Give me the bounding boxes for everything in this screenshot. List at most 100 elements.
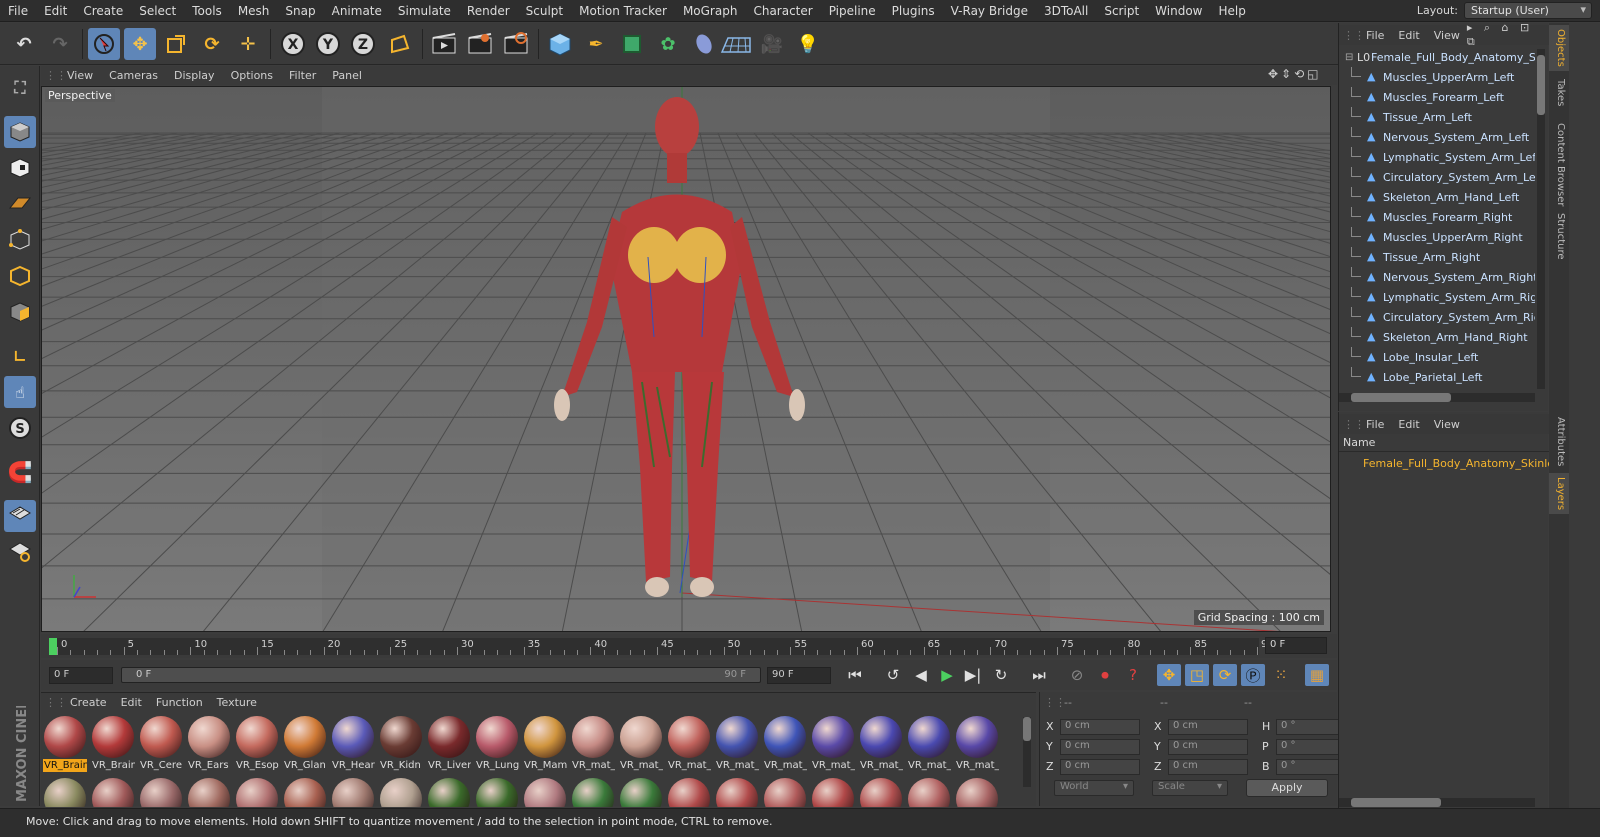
polygons-mode-icon[interactable]: [4, 296, 36, 328]
texture-mode-icon[interactable]: [4, 152, 36, 184]
material-swatch[interactable]: [715, 777, 759, 807]
object-root[interactable]: ⊟ L0 Female_Full_Body_Anatomy_Skin: [1339, 47, 1535, 67]
move-icon[interactable]: ✥: [124, 28, 156, 60]
menu-mesh[interactable]: Mesh: [230, 4, 278, 18]
menu-edit[interactable]: Edit: [36, 4, 75, 18]
material-swatch[interactable]: [955, 777, 999, 807]
tweak-mode-icon[interactable]: ☝: [4, 376, 36, 408]
scheme-icon[interactable]: ▦: [1305, 664, 1329, 686]
material-swatch[interactable]: VR_Ears: [187, 715, 231, 773]
snap-icon[interactable]: 🧲: [4, 456, 36, 488]
viewport-menu-options[interactable]: Options: [223, 69, 281, 82]
coords-value-field[interactable]: 0 cm: [1168, 758, 1248, 775]
objects-toolbar-icons[interactable]: ▸ ⌕ ⌂ ⊡ ⧉: [1467, 21, 1549, 49]
pen-icon[interactable]: ✒: [580, 28, 612, 60]
rotate-icon[interactable]: ⟳: [196, 28, 228, 60]
viewport-menu-cameras[interactable]: Cameras: [101, 69, 166, 82]
apply-button[interactable]: Apply: [1246, 779, 1328, 797]
key-parameter-icon[interactable]: Ⓟ: [1241, 664, 1265, 686]
viewport-menu-filter[interactable]: Filter: [281, 69, 324, 82]
key-pla-icon[interactable]: ⁙: [1269, 664, 1293, 686]
object-item[interactable]: ▲ Skeleton_Arm_Hand_Right: [1339, 327, 1535, 347]
material-swatch[interactable]: [379, 777, 423, 807]
subdivision-icon[interactable]: [616, 28, 648, 60]
object-item[interactable]: ▲ Skeleton_Arm_Hand_Left: [1339, 187, 1535, 207]
go-to-end-icon[interactable]: ⏭: [1027, 664, 1051, 686]
menu-3dtoall[interactable]: 3DToAll: [1036, 4, 1096, 18]
material-swatch[interactable]: [523, 777, 567, 807]
render-view-icon[interactable]: [428, 28, 460, 60]
object-item[interactable]: ▲ Nervous_System_Arm_Left: [1339, 127, 1535, 147]
material-swatch[interactable]: [283, 777, 327, 807]
menu-render[interactable]: Render: [459, 4, 518, 18]
solo-icon[interactable]: S: [4, 412, 36, 444]
menu-character[interactable]: Character: [745, 4, 820, 18]
material-swatch[interactable]: [427, 777, 471, 807]
preview-range-slider[interactable]: 0 F 90 F: [121, 667, 761, 683]
material-swatch[interactable]: VR_mat_: [811, 715, 855, 773]
edges-mode-icon[interactable]: [4, 260, 36, 292]
material-swatch[interactable]: [811, 777, 855, 807]
object-item[interactable]: ▲ Muscles_UpperArm_Left: [1339, 67, 1535, 87]
material-swatch[interactable]: [91, 777, 135, 807]
menu-simulate[interactable]: Simulate: [390, 4, 459, 18]
object-item[interactable]: ▲ Muscles_UpperArm_Right: [1339, 227, 1535, 247]
material-swatch[interactable]: VR_mat_: [859, 715, 903, 773]
layers-hscrollbar[interactable]: [1339, 798, 1535, 807]
render-picture-viewer-icon[interactable]: [464, 28, 496, 60]
menu-v-ray-bridge[interactable]: V-Ray Bridge: [943, 4, 1036, 18]
planar-workplane-icon[interactable]: [4, 536, 36, 568]
layer-row[interactable]: Female_Full_Body_Anatomy_Skinless: [1339, 454, 1566, 472]
deformer-icon[interactable]: [688, 28, 720, 60]
timeline-ruler[interactable]: 051015202530354045505560657075808590: [49, 638, 1274, 655]
last-tool-icon[interactable]: ✛: [232, 28, 264, 60]
viewport-nav-icons[interactable]: ✥⇕⟲◱: [1268, 67, 1322, 81]
object-item[interactable]: ▲ Circulatory_System_Arm_Right: [1339, 307, 1535, 327]
key-rotation-icon[interactable]: ⟳: [1213, 664, 1237, 686]
expand-icon[interactable]: ⊟: [1345, 52, 1353, 63]
live-selection-icon[interactable]: [88, 28, 120, 60]
material-swatch[interactable]: VR_mat_: [763, 715, 807, 773]
workplane-mode-icon[interactable]: [4, 188, 36, 220]
coords-value-field[interactable]: 0 cm: [1060, 758, 1140, 775]
material-menu-function[interactable]: Function: [149, 696, 210, 709]
material-swatch[interactable]: [763, 777, 807, 807]
key-scale-icon[interactable]: ◳: [1185, 664, 1209, 686]
record-keys-icon[interactable]: ⊘: [1065, 664, 1089, 686]
material-swatch[interactable]: VR_Cere: [139, 715, 183, 773]
material-swatch[interactable]: VR_Esop: [235, 715, 279, 773]
object-item[interactable]: ▲ Lobe_Parietal_Left: [1339, 367, 1535, 387]
material-swatch[interactable]: VR_mat_: [907, 715, 951, 773]
objects-menu-edit[interactable]: Edit: [1391, 29, 1426, 42]
objects-scrollbar[interactable]: [1537, 49, 1545, 389]
material-scrollbar[interactable]: [1023, 717, 1031, 787]
layers-menu-edit[interactable]: Edit: [1391, 418, 1426, 431]
object-item[interactable]: ▲ Lymphatic_System_Arm_Left: [1339, 147, 1535, 167]
material-swatch[interactable]: VR_Liver: [427, 715, 471, 773]
material-menu-texture[interactable]: Texture: [210, 696, 264, 709]
side-tab-content-browser[interactable]: Content Browser: [1549, 119, 1569, 210]
go-to-start-icon[interactable]: ⏮: [843, 664, 867, 686]
object-item[interactable]: ▲ Tissue_Arm_Left: [1339, 107, 1535, 127]
material-swatch[interactable]: VR_Kidn: [379, 715, 423, 773]
key-position-icon[interactable]: ✥: [1157, 664, 1181, 686]
keyframe-selection-icon[interactable]: ?: [1121, 664, 1145, 686]
y-axis-icon[interactable]: Y: [312, 28, 344, 60]
menu-snap[interactable]: Snap: [277, 4, 323, 18]
material-swatch[interactable]: VR_mat_: [619, 715, 663, 773]
material-swatch[interactable]: [667, 777, 711, 807]
material-swatch[interactable]: [907, 777, 951, 807]
floor-icon[interactable]: [720, 28, 752, 60]
object-item[interactable]: ▲ Lymphatic_System_Arm_Right: [1339, 287, 1535, 307]
menu-mograph[interactable]: MoGraph: [675, 4, 746, 18]
object-item[interactable]: ▲ Circulatory_System_Arm_Left: [1339, 167, 1535, 187]
end-frame-field[interactable]: 90 F: [767, 667, 831, 684]
material-swatch[interactable]: [235, 777, 279, 807]
object-item[interactable]: ▲ Muscles_Forearm_Right: [1339, 207, 1535, 227]
material-swatch[interactable]: VR_Glan: [283, 715, 327, 773]
camera-icon[interactable]: 🎥: [756, 28, 788, 60]
side-tab-attributes[interactable]: Attributes: [1549, 413, 1569, 470]
object-item[interactable]: ▲ Lobe_Insular_Left: [1339, 347, 1535, 367]
material-swatch[interactable]: VR_Lung: [475, 715, 519, 773]
menu-file[interactable]: File: [0, 4, 36, 18]
